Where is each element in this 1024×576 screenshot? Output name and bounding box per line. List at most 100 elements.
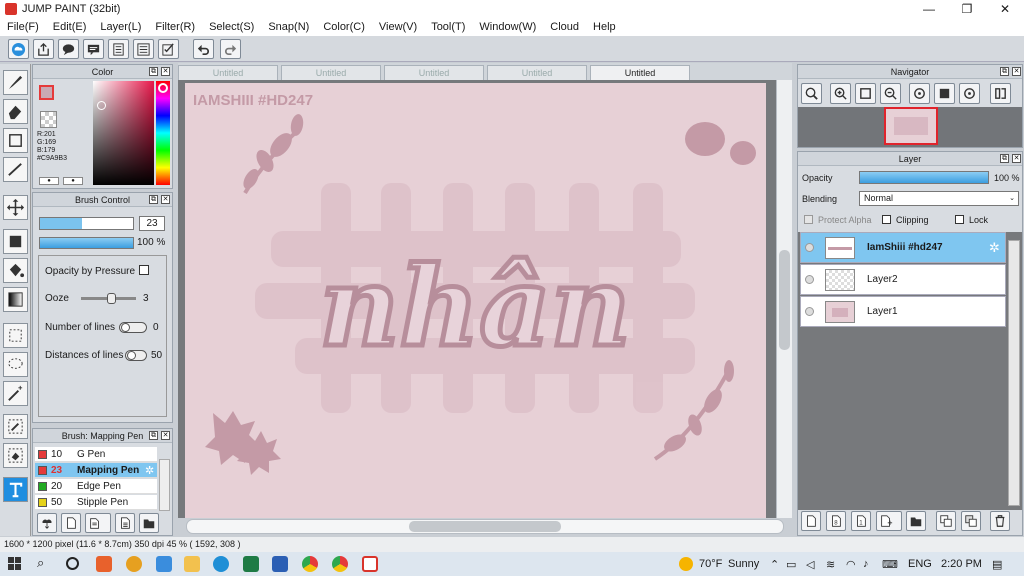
artboard[interactable]: nhân IAMSHIII #HD247 (185, 83, 766, 518)
speaker-icon[interactable]: ♪ (863, 558, 869, 570)
tool-text[interactable] (3, 477, 28, 502)
rotate-right-button[interactable] (959, 83, 980, 104)
menu-snap[interactable]: Snap(N) (261, 18, 316, 36)
chrome-app-icon[interactable] (302, 556, 318, 572)
brush-list-scrollbar[interactable] (159, 459, 170, 511)
merge-layer-button[interactable] (961, 511, 981, 531)
tool-rect-select[interactable] (3, 323, 28, 348)
zoom-actual-button[interactable] (801, 83, 822, 104)
panel-float-button[interactable]: ⧉ (1000, 154, 1009, 163)
share-button[interactable] (33, 39, 54, 59)
navigator-viewport[interactable] (884, 107, 938, 145)
lines-toggle[interactable] (119, 322, 147, 333)
tool-brush[interactable] (3, 70, 28, 95)
new-folder-button[interactable] (906, 511, 926, 531)
menu-help[interactable]: Help (586, 18, 623, 36)
sv-picker-cursor[interactable] (97, 101, 106, 110)
tool-gradient[interactable] (3, 287, 28, 312)
fit-screen-button[interactable] (855, 83, 876, 104)
new-layer-8bit-button[interactable]: 8 (826, 511, 846, 531)
brush-opacity-slider[interactable] (39, 237, 134, 249)
network-icon[interactable]: ≋ (826, 558, 835, 571)
vscroll-thumb[interactable] (779, 250, 790, 350)
brush-cloud-button[interactable] (37, 513, 57, 533)
gear-icon[interactable]: ✲ (989, 240, 1000, 256)
gear-icon[interactable]: ✲ (145, 464, 154, 477)
tool-magic-wand[interactable] (3, 381, 28, 406)
brush-copy-dropdown[interactable] (85, 513, 111, 533)
clipping-checkbox[interactable] (882, 215, 891, 224)
brush-size-slider[interactable] (39, 217, 134, 230)
menu-select[interactable]: Select(S) (202, 18, 261, 36)
panel-close-button[interactable]: ✕ (161, 67, 170, 76)
brush-item-mapping-pen[interactable]: 23 Mapping Pen ✲ (35, 463, 157, 478)
canvas-horizontal-scrollbar[interactable] (186, 519, 784, 534)
canvas-vertical-scrollbar[interactable] (776, 80, 792, 518)
panel-close-button[interactable]: ✕ (161, 431, 170, 440)
tool-fill-rect[interactable] (3, 229, 28, 254)
ooze-slider[interactable] (81, 293, 136, 304)
minimize-button[interactable]: — (910, 0, 948, 18)
monitor-app-icon[interactable] (156, 556, 172, 572)
tab-untitled-active[interactable]: Untitled (590, 65, 690, 80)
tool-select-eraser[interactable] (3, 443, 28, 468)
layer-row-iamshiii[interactable]: IamShiii #hd247 ✲ (800, 232, 1006, 263)
menu-tool[interactable]: Tool(T) (424, 18, 472, 36)
maximize-button[interactable]: ❐ (948, 0, 986, 18)
brush-settings-button[interactable] (115, 513, 135, 533)
brush-item-g-pen[interactable]: 10 G Pen (35, 447, 157, 462)
eye-icon[interactable] (805, 275, 814, 284)
chevron-up-icon[interactable]: ⌃ (770, 558, 779, 571)
tab-untitled-3[interactable]: Untitled (384, 65, 484, 80)
panel-close-button[interactable]: ✕ (1012, 154, 1021, 163)
protect-alpha-checkbox[interactable] (804, 215, 813, 224)
color-mode-button-2[interactable]: ● (63, 177, 83, 185)
word-app-icon[interactable] (272, 556, 288, 572)
reset-rotation-button[interactable] (934, 83, 955, 104)
redo-button[interactable] (220, 39, 241, 59)
panel-close-button[interactable]: ✕ (161, 195, 170, 204)
layer-row-layer1[interactable]: Layer1 (800, 296, 1006, 327)
foreground-color-swatch[interactable] (39, 85, 54, 100)
powerpoint-app-icon[interactable] (96, 556, 112, 572)
new-brush-button[interactable] (61, 513, 81, 533)
layer-opacity-slider[interactable] (859, 171, 989, 184)
tool-eraser[interactable] (3, 99, 28, 124)
transparent-swatch[interactable] (40, 111, 57, 128)
close-button[interactable]: ✕ (986, 0, 1024, 18)
message-button[interactable] (83, 39, 104, 59)
dist-toggle[interactable] (125, 350, 147, 361)
new-layer-button[interactable] (801, 511, 821, 531)
navigator-preview-area[interactable] (798, 107, 1022, 147)
checklist-button[interactable] (158, 39, 179, 59)
volume-icon[interactable]: ◁ (806, 558, 814, 571)
lock-checkbox[interactable] (955, 215, 964, 224)
menu-file[interactable]: File(F) (0, 18, 46, 36)
hscroll-thumb[interactable] (409, 521, 561, 532)
edge-browser-icon[interactable] (213, 556, 229, 572)
brush-item-stipple-pen[interactable]: 50 Stipple Pen (35, 495, 157, 510)
battery-icon[interactable]: ▭ (786, 558, 796, 571)
chrome-app-icon-2[interactable] (332, 556, 348, 572)
eye-icon[interactable] (805, 243, 814, 252)
menu-color[interactable]: Color(C) (316, 18, 372, 36)
panel-float-button[interactable]: ⧉ (1000, 67, 1009, 76)
document-button[interactable] (108, 39, 129, 59)
panel-float-button[interactable]: ⧉ (149, 431, 158, 440)
flip-horizontal-button[interactable] (990, 83, 1011, 104)
weather-condition[interactable]: Sunny (728, 558, 759, 570)
brush-size-input[interactable]: 23 (139, 216, 165, 231)
menu-edit[interactable]: Edit(E) (46, 18, 94, 36)
tool-line[interactable] (3, 157, 28, 182)
task-view-icon[interactable] (66, 557, 79, 570)
hue-slider[interactable] (156, 81, 170, 185)
keyboard-icon[interactable]: ⌨ (882, 558, 898, 571)
excel-app-icon[interactable] (243, 556, 259, 572)
zoom-in-button[interactable] (830, 83, 851, 104)
zoom-out-button[interactable] (880, 83, 901, 104)
saturation-value-picker[interactable] (93, 81, 154, 185)
brush-folder-button[interactable] (139, 513, 159, 533)
new-layer-1bit-button[interactable]: 1 (851, 511, 871, 531)
wifi-icon[interactable]: ◠ (846, 558, 856, 571)
blending-select[interactable]: Normal ⌄ (859, 191, 1019, 206)
